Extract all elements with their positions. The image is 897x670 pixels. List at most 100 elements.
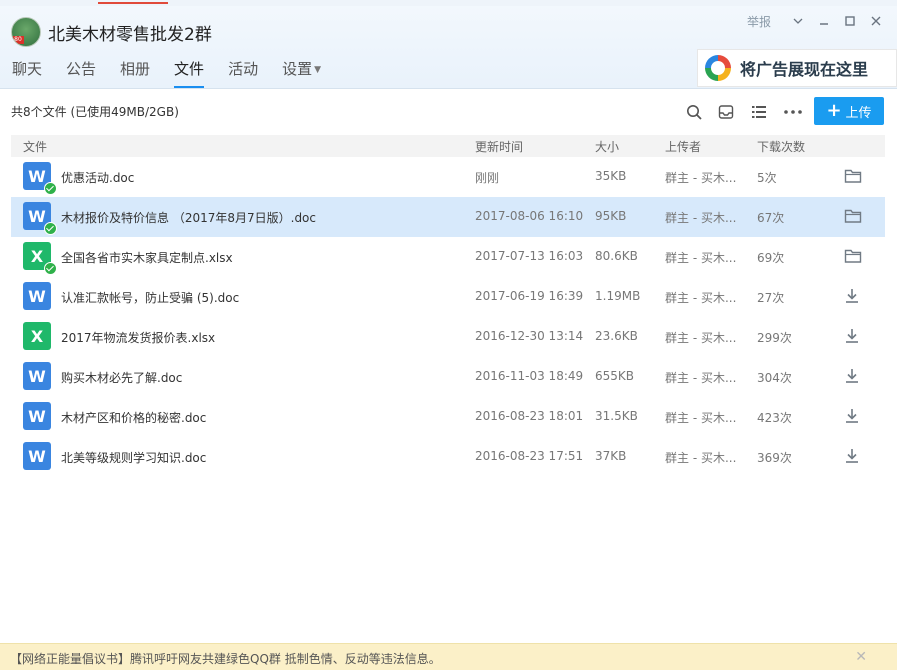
tab-announcement[interactable]: 公告: [54, 56, 108, 89]
file-downloads: 5次: [757, 171, 777, 185]
file-name[interactable]: 木材产区和价格的秘密.doc: [61, 409, 206, 426]
file-time: 2017-07-13 16:03: [475, 249, 584, 263]
file-table: 文件 更新时间 大小 上传者 下载次数 W 优惠活动.doc 刚刚 35KB 群主 - …: [11, 135, 885, 477]
file-time: 2016-08-23 17:51: [475, 449, 584, 463]
file-downloads: 423次: [757, 411, 792, 425]
download-icon[interactable]: [844, 408, 862, 426]
file-uploader: 群主 - 买木...: [665, 411, 737, 425]
file-toolbar: 共8个文件 (已使用49MB/2GB) + 上传: [0, 89, 897, 135]
file-name[interactable]: 优惠活动.doc: [61, 169, 134, 186]
folder-icon[interactable]: [844, 248, 862, 266]
group-avatar[interactable]: 80: [11, 17, 41, 47]
tab-settings[interactable]: 设置 ▼: [270, 56, 333, 89]
list-view-icon[interactable]: [749, 102, 769, 122]
plus-icon: +: [826, 100, 842, 121]
file-time: 2016-11-03 18:49: [475, 369, 584, 383]
file-time: 2016-08-23 18:01: [475, 409, 584, 423]
maximize-icon[interactable]: [837, 11, 863, 31]
word-file-icon: W: [23, 442, 51, 470]
file-size: 1.19MB: [595, 289, 641, 303]
file-uploader: 群主 - 买木...: [665, 451, 737, 465]
header-downloads[interactable]: 下载次数: [757, 138, 805, 155]
excel-file-icon: X: [23, 322, 51, 350]
folder-icon[interactable]: [844, 208, 862, 226]
file-name[interactable]: 认准汇款帐号，防止受骗 (5).doc: [61, 289, 239, 306]
checkmark-icon: [44, 182, 57, 195]
inbox-icon[interactable]: [716, 102, 736, 122]
file-uploader: 群主 - 买木...: [665, 291, 737, 305]
ad-banner[interactable]: 将广告展现在这里: [697, 49, 897, 87]
file-name[interactable]: 北美等级规则学习知识.doc: [61, 449, 206, 466]
tab-files[interactable]: 文件: [162, 56, 216, 89]
background-window-strip: [0, 0, 897, 6]
download-icon[interactable]: [844, 448, 862, 466]
chevron-down-icon[interactable]: [785, 11, 811, 31]
file-time: 刚刚: [475, 171, 500, 185]
file-uploader: 群主 - 买木...: [665, 251, 737, 265]
table-row[interactable]: W 购买木材必先了解.doc 2016-11-03 18:49 655KB 群主 - 买…: [11, 357, 885, 397]
tab-chat[interactable]: 聊天: [0, 56, 54, 89]
checkmark-icon: [44, 222, 57, 235]
storage-summary: 共8个文件 (已使用49MB/2GB): [11, 105, 179, 119]
file-size: 23.6KB: [595, 329, 638, 343]
header-uploader[interactable]: 上传者: [665, 138, 701, 155]
table-row[interactable]: W 木材产区和价格的秘密.doc 2016-08-23 18:01 31.5KB 群主 …: [11, 397, 885, 437]
file-uploader: 群主 - 买木...: [665, 171, 737, 185]
download-icon[interactable]: [844, 368, 862, 386]
file-uploader: 群主 - 买木...: [665, 331, 737, 345]
file-size: 655KB: [595, 369, 635, 383]
table-row[interactable]: W 北美等级规则学习知识.doc 2016-08-23 17:51 37KB 群主 - …: [11, 437, 885, 477]
word-file-icon: W: [23, 362, 51, 390]
file-size: 31.5KB: [595, 409, 638, 423]
file-time: 2017-08-06 16:10: [475, 209, 584, 223]
file-uploader: 群主 - 买木...: [665, 371, 737, 385]
notice-close-icon[interactable]: ✕: [855, 649, 867, 665]
notice-bar: 【网络正能量倡议书】腾讯呼吁网友共建绿色QQ群 抵制色情、反动等违法信息。 ✕: [0, 643, 897, 670]
file-size: 80.6KB: [595, 249, 638, 263]
header-size[interactable]: 大小: [595, 138, 619, 155]
file-size: 35KB: [595, 169, 627, 183]
download-icon[interactable]: [844, 288, 862, 306]
checkmark-icon: [44, 262, 57, 275]
upload-button[interactable]: + 上传: [814, 97, 884, 125]
file-size: 95KB: [595, 209, 627, 223]
download-icon[interactable]: [844, 328, 862, 346]
folder-icon[interactable]: [844, 168, 862, 186]
file-time: 2016-12-30 13:14: [475, 329, 584, 343]
tab-activity[interactable]: 活动: [216, 56, 270, 89]
report-button[interactable]: 举报: [747, 13, 771, 30]
file-name[interactable]: 木材报价及特价信息 （2017年8月7日版）.doc: [61, 209, 316, 226]
upload-label: 上传: [845, 105, 872, 121]
file-downloads: 304次: [757, 371, 792, 385]
table-row[interactable]: X 2017年物流发货报价表.xlsx 2016-12-30 13:14 23.6KB…: [11, 317, 885, 357]
header-time[interactable]: 更新时间: [475, 138, 523, 155]
file-downloads: 67次: [757, 211, 785, 225]
file-name[interactable]: 购买木材必先了解.doc: [61, 369, 182, 386]
file-name[interactable]: 全国各省市实木家具定制点.xlsx: [61, 249, 233, 266]
close-icon[interactable]: [863, 11, 889, 31]
file-uploader: 群主 - 买木...: [665, 211, 737, 225]
avatar-badge: 80: [12, 36, 24, 44]
ad-logo-icon: [705, 55, 731, 81]
table-row[interactable]: W 认准汇款帐号，防止受骗 (5).doc 2017-06-19 16:39 1.19…: [11, 277, 885, 317]
file-name[interactable]: 2017年物流发货报价表.xlsx: [61, 329, 215, 346]
tab-album[interactable]: 相册: [108, 56, 162, 89]
title-bar: 80 北美木材零售批发2群 举报 聊天 公告 相册 文件 活动 设置 ▼ 将广告…: [0, 0, 897, 89]
table-header: 文件 更新时间 大小 上传者 下载次数: [11, 135, 885, 157]
tab-bar: 聊天 公告 相册 文件 活动 设置 ▼: [0, 56, 333, 89]
file-size: 37KB: [595, 449, 627, 463]
file-time: 2017-06-19 16:39: [475, 289, 584, 303]
ad-text: 将广告展现在这里: [740, 60, 869, 79]
notice-text[interactable]: 【网络正能量倡议书】腾讯呼吁网友共建绿色QQ群 抵制色情、反动等违法信息。: [10, 650, 441, 667]
table-row[interactable]: W 优惠活动.doc 刚刚 35KB 群主 - 买木... 5次: [11, 157, 885, 197]
word-file-icon: W: [23, 282, 51, 310]
search-icon[interactable]: [684, 102, 704, 122]
minimize-icon[interactable]: [811, 11, 837, 31]
table-row[interactable]: X 全国各省市实木家具定制点.xlsx 2017-07-13 16:03 80.6KB…: [11, 237, 885, 277]
file-list: W 优惠活动.doc 刚刚 35KB 群主 - 买木... 5次 W 木材报价及特价信息 （2…: [11, 157, 885, 477]
file-downloads: 27次: [757, 291, 785, 305]
header-name[interactable]: 文件: [23, 138, 47, 155]
file-downloads: 369次: [757, 451, 792, 465]
table-row[interactable]: W 木材报价及特价信息 （2017年8月7日版）.doc 2017-08-06 16…: [11, 197, 885, 237]
more-icon[interactable]: [783, 102, 803, 122]
